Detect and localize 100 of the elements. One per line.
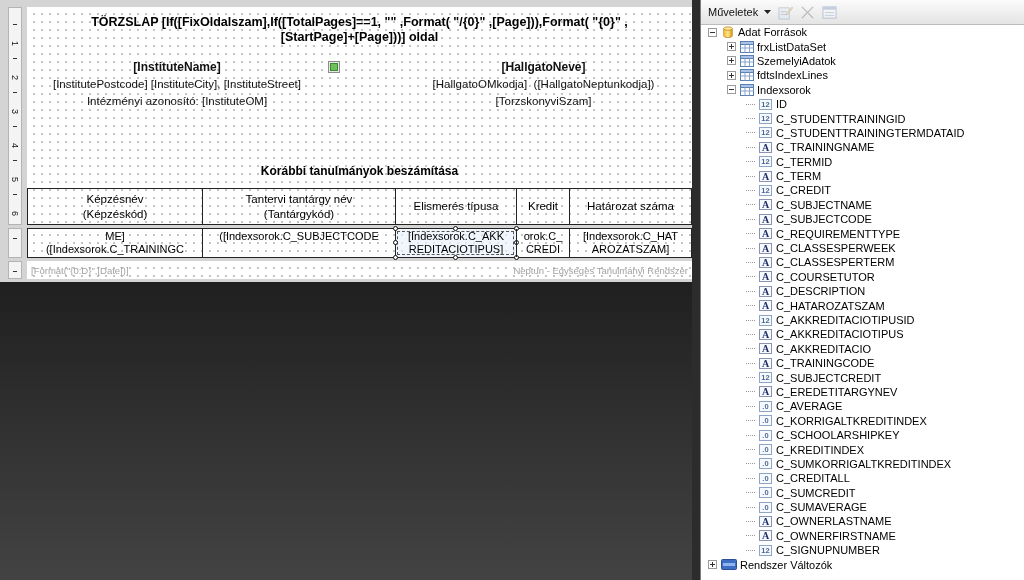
tree-item[interactable]: C_KREDITINDEX (776, 442, 865, 457)
data-type-tag: A (759, 256, 772, 268)
tree-item[interactable]: C_SUMCREDIT (776, 485, 856, 500)
tree-item[interactable]: ID (776, 97, 787, 112)
tree-item[interactable]: C_HATAROZATSZAM (776, 298, 885, 313)
variables-icon (721, 559, 737, 571)
resize-handle[interactable] (514, 240, 519, 245)
resize-handle[interactable] (393, 226, 398, 231)
tree-item[interactable]: fdtsIndexLines (757, 68, 828, 83)
expand-icon[interactable] (727, 70, 736, 80)
student-name-text: [HallgatoNeve] (501, 59, 586, 76)
tree-item[interactable]: C_REQUIREMENTTYPE (776, 226, 901, 241)
ruler-number: 1 (10, 41, 20, 46)
image-placeholder-icon (328, 61, 340, 73)
ruler-number: 4 (10, 143, 20, 148)
column-header-cell: Kredit (516, 189, 569, 224)
table-icon (740, 40, 754, 53)
tree-item[interactable]: C_TERMID (776, 154, 833, 169)
expand-icon[interactable] (708, 560, 717, 570)
tree-item[interactable]: C_STUDENTTRAININGID (776, 111, 906, 126)
tree-item[interactable]: Indexsorok (757, 82, 811, 97)
data-type-tag: A (759, 285, 772, 297)
column-header-cell: Tantervi tantárgy név (Tantárgykód) (202, 189, 395, 224)
tree-item[interactable]: C_SUBJECTCODE (776, 212, 872, 227)
data-type-tag: A (759, 242, 772, 254)
footer-system-name-text: Neptun - Egységes Tanulmányi Rendszer (513, 264, 688, 276)
ruler-number: 2 (10, 75, 20, 80)
resize-handle[interactable] (453, 255, 458, 260)
tree-item[interactable]: C_CLASSESPERWEEK (776, 241, 896, 256)
data-cell[interactable]: ME] ([Indexsorok.C_TRAININGC (27, 229, 202, 257)
data-type-tag: A (759, 271, 772, 283)
data-type-tag: A (759, 530, 772, 542)
tree-item[interactable]: C_CREDIT (776, 183, 831, 198)
tree-item[interactable]: C_AKKREDITACIOTIPUSID (776, 313, 915, 327)
column-header-cell: Elismerés típusa (395, 189, 516, 224)
data-type-tag: A (759, 228, 772, 240)
ruler-number: 3 (10, 109, 20, 114)
column-header-cell: Képzésnév (Képzéskód) (27, 189, 202, 224)
tree-item[interactable]: C_TERM (776, 169, 822, 184)
tree-item[interactable]: C_KORRIGALTKREDITINDEX (776, 413, 927, 428)
register-number-text: [TorzskonyviSzam] (495, 94, 592, 109)
tree-item[interactable]: C_EREDETITARGYNEV (776, 384, 898, 399)
tree-item[interactable]: SzemelyiAdatok (757, 53, 836, 68)
tree-item[interactable]: C_OWNERLASTNAME (776, 514, 892, 529)
institute-address-text: [InstitutePostcode] [InstituteCity], [InstituteStreet] (53, 77, 301, 92)
vertical-ruler (8, 228, 22, 258)
resize-handle[interactable] (514, 226, 519, 231)
data-type-tag: A (759, 343, 772, 355)
expand-icon[interactable] (727, 42, 736, 52)
data-type-tag: A (759, 300, 772, 312)
tree-item[interactable]: C_SUBJECTNAME (776, 197, 872, 212)
table-icon (740, 69, 754, 82)
data-cell[interactable]: orok.C_ CREDI (516, 229, 569, 257)
data-type-tag: A (759, 199, 772, 211)
tree-item[interactable]: C_TRAININGNAME (776, 140, 875, 155)
data-type-tag: A (759, 386, 772, 398)
tree-item[interactable]: C_CLASSESPERTERM (776, 255, 895, 270)
student-codes-text: [HallgatoOMkodja] ([HallgatoNeptunkodja]) (432, 77, 655, 92)
collapse-icon[interactable] (708, 27, 717, 37)
footer-date-text: [Format("{0:D}",[Date])] (31, 264, 129, 276)
ruler-number: 5 (10, 177, 20, 182)
resize-handle[interactable] (514, 255, 519, 260)
institute-id-text: Intézményi azonosító: [InstituteOM] (86, 94, 268, 109)
tree-item[interactable]: C_TRAININGCODE (776, 356, 875, 371)
report-title-text: TÖRZSLAP [If([FixOldalszam],If([TotalPages]==1, "" ,Format( "/{0}" ,[Page])),Format( "{0}" ,[StartPage]+[Page]))] oldal (90, 14, 629, 45)
data-type-tag: A (759, 141, 772, 153)
tree-item[interactable]: C_COURSETUTOR (776, 269, 875, 284)
section-title-text: Korábbi tanulmányok beszámítása (260, 164, 459, 179)
resize-handle[interactable] (453, 226, 458, 231)
vertical-ruler (8, 261, 22, 279)
table-icon (740, 54, 754, 67)
tree-item[interactable]: C_AKKREDITACIOTIPUS (776, 327, 904, 342)
tree-item[interactable]: C_AKKREDITACIO (776, 341, 872, 356)
tree-item[interactable]: C_CREDITALL (776, 471, 850, 486)
data-type-tag: A (759, 328, 772, 340)
database-icon (721, 26, 735, 39)
tree-item[interactable]: C_OWNERFIRSTNAME (776, 528, 896, 543)
collapse-icon[interactable] (727, 85, 736, 95)
tree-item[interactable]: Rendszer Változók (740, 557, 833, 572)
expand-icon[interactable] (727, 56, 736, 66)
tree-item[interactable]: C_SUBJECTCREDIT (776, 370, 882, 385)
actions-menu-button[interactable]: Műveletek (706, 5, 761, 19)
tree-item[interactable]: C_DESCRIPTION (776, 284, 866, 299)
tree-item[interactable]: C_SUMAVERAGE (776, 500, 867, 515)
tree-item[interactable]: C_AVERAGE (776, 399, 843, 414)
tree-item[interactable]: Adat Források (738, 25, 808, 40)
tree-item[interactable]: frxListDataSet (757, 39, 827, 54)
tree-item[interactable]: C_SCHOOLARSHIPKEY (776, 428, 900, 443)
resize-handle[interactable] (393, 240, 398, 245)
caret-icon[interactable] (764, 10, 772, 14)
data-type-tag: A (759, 213, 772, 225)
tree-item[interactable]: C_SIGNUPNUMBER (776, 543, 880, 558)
data-type-tag: A (759, 357, 772, 369)
ruler-number: 6 (10, 211, 20, 216)
tree-item[interactable]: C_STUDENTTRAININGTERMDATAID (776, 125, 965, 140)
data-cell[interactable]: [Indexsorok.C_AKK REDITACIOTIPUS] (395, 229, 516, 257)
data-type-tag: A (759, 170, 772, 182)
data-type-tag: A (759, 515, 772, 527)
tree-item[interactable]: C_SUMKORRIGALTKREDITINDEX (776, 456, 952, 471)
resize-handle[interactable] (393, 255, 398, 260)
